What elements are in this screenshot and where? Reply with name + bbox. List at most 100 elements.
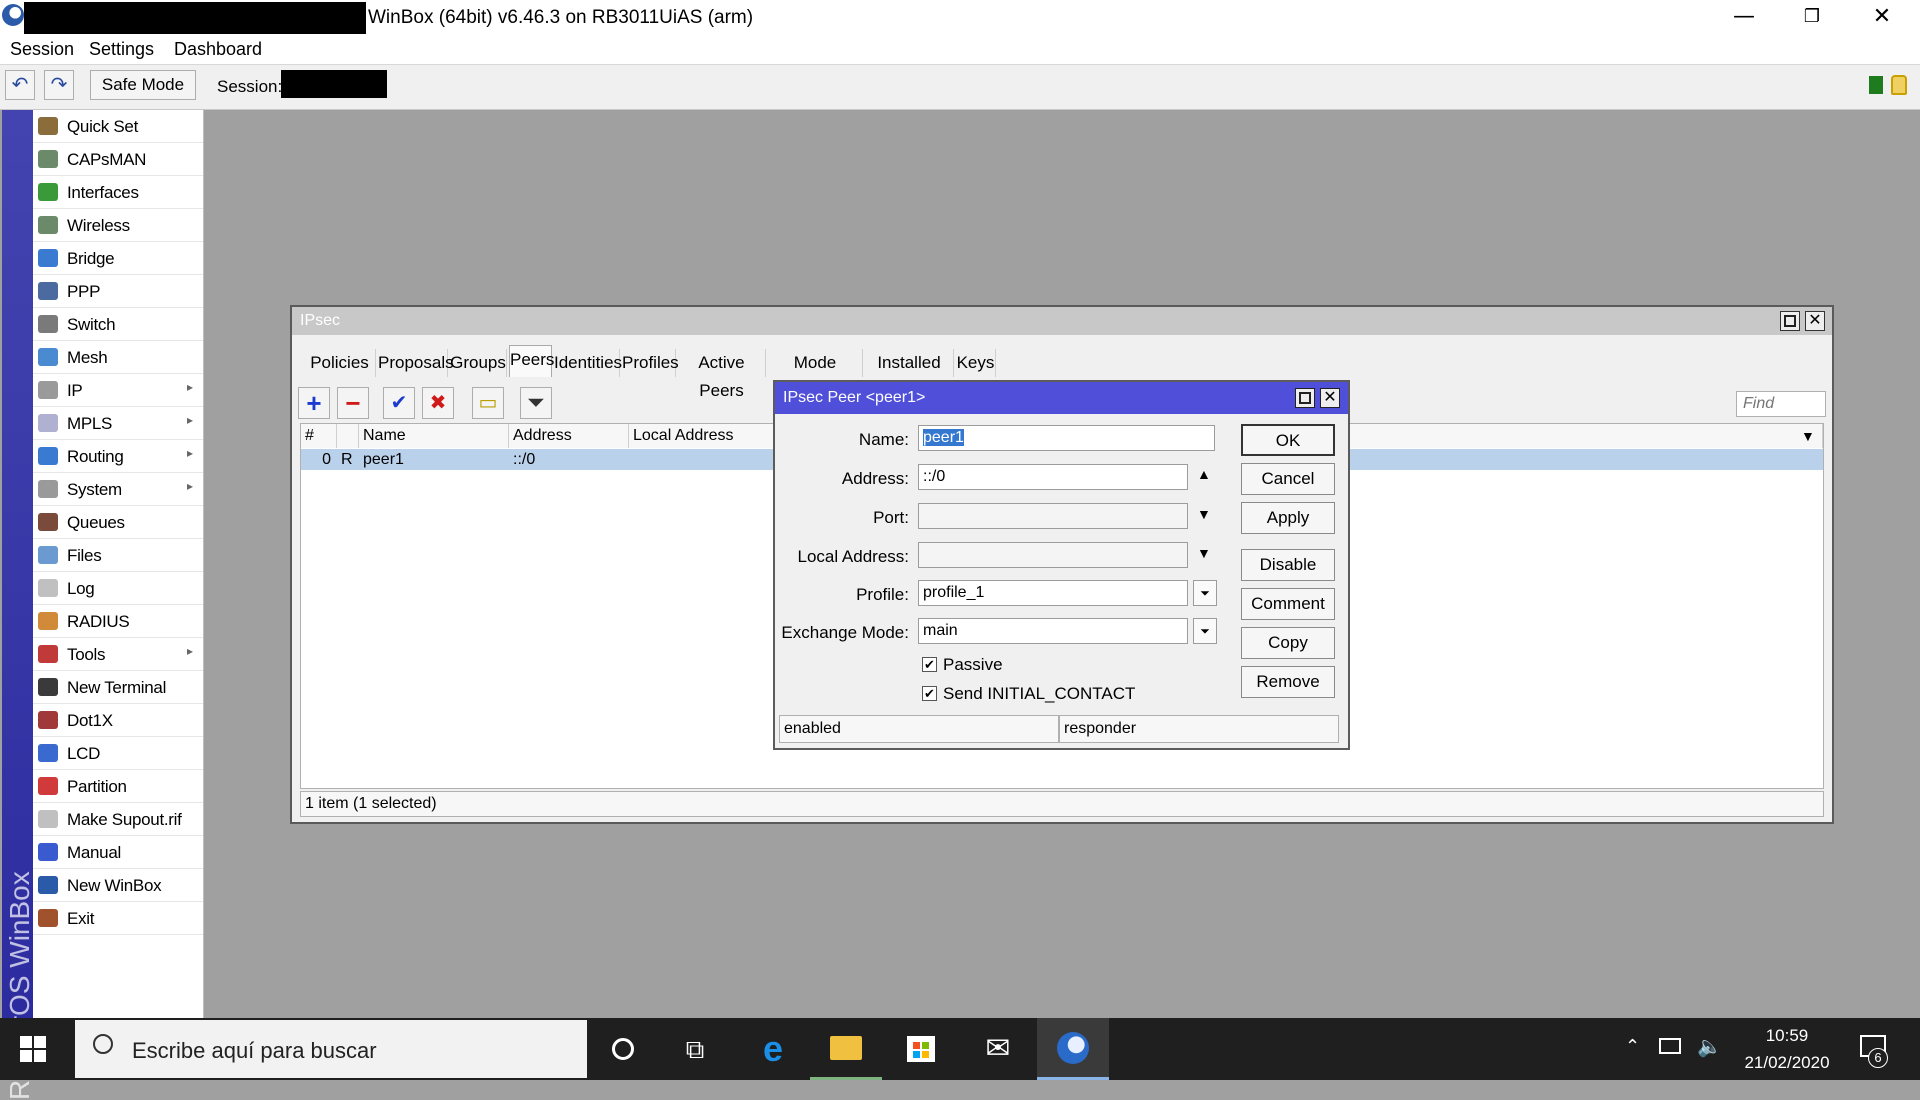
show-hidden-icons-chevron-up-icon[interactable]: ⌃ [1625,1036,1640,1057]
sidebar-item-capsman[interactable]: CAPsMAN [33,143,203,176]
address-collapse-up-icon[interactable]: ▲ [1197,466,1211,482]
ip-icon [38,381,58,399]
local-address-expand-down-icon[interactable]: ▼ [1197,545,1211,561]
sidebar-item-switch[interactable]: Switch [33,308,203,341]
exchange-mode-select[interactable]: main [918,618,1188,644]
sidebar-item-lcd[interactable]: LCD [33,737,203,770]
sidebar-item-partition[interactable]: Partition [33,770,203,803]
sidebar-item-bridge[interactable]: Bridge [33,242,203,275]
copy-button[interactable]: Copy [1241,627,1335,659]
tab-proposals[interactable]: Proposals [378,349,454,377]
sidebar-item-files[interactable]: Files [33,539,203,572]
enable-icon[interactable]: ✔ [383,387,415,419]
disable-button[interactable]: Disable [1241,549,1335,581]
sidebar-item-interfaces[interactable]: Interfaces [33,176,203,209]
apply-button[interactable]: Apply [1241,502,1335,534]
close-button[interactable]: ✕ [1848,0,1916,36]
tab-identities[interactable]: Identities [554,349,622,377]
menu-dashboard[interactable]: Dashboard [174,39,262,60]
sidebar-item-new-winbox[interactable]: New WinBox [33,869,203,902]
winbox-taskbar-icon[interactable] [1037,1018,1109,1080]
column-header-number[interactable]: # [301,424,337,448]
tab-mode-configs[interactable]: Mode Configs [768,349,863,400]
sidebar-item-dot1x[interactable]: Dot1X [33,704,203,737]
local-address-field[interactable] [918,542,1188,568]
sidebar-item-exit[interactable]: Exit [33,902,203,935]
cancel-button[interactable]: Cancel [1241,463,1335,495]
dialog-maximize-icon[interactable] [1295,388,1315,408]
sidebar-item-label: Bridge [67,249,115,268]
profile-dropdown-icon[interactable]: ⏷ [1193,580,1217,606]
tab-installed-sas[interactable]: Installed SAs [865,349,954,400]
file-explorer-icon[interactable] [810,1018,882,1080]
send-initial-contact-checkbox[interactable]: ✔ [922,686,937,701]
send-initial-contact-label: Send INITIAL_CONTACT [943,684,1136,703]
sidebar-item-mesh[interactable]: Mesh [33,341,203,374]
sidebar-item-make-supout-rif[interactable]: Make Supout.rif [33,803,203,836]
add-icon[interactable]: + [298,387,330,419]
ok-button[interactable]: OK [1241,424,1335,456]
mail-icon[interactable]: ✉ [962,1018,1034,1080]
ipsec-maximize-icon[interactable] [1780,311,1800,331]
name-field[interactable]: peer1 [918,425,1215,451]
dialog-close-icon[interactable]: ✕ [1320,388,1340,408]
disable-icon[interactable]: ✖ [422,387,454,419]
column-header-flag[interactable] [337,424,359,448]
profile-select[interactable]: profile_1 [918,580,1188,606]
sidebar-item-mpls[interactable]: MPLS ▸ [33,407,203,440]
address-field[interactable]: ::/0 [918,464,1188,490]
comment-button[interactable]: Comment [1241,588,1335,620]
windows-start-icon[interactable] [20,1036,46,1062]
safe-mode-button[interactable]: Safe Mode [90,70,196,100]
undo-icon[interactable]: ↶ [5,70,35,100]
port-field[interactable] [918,503,1188,529]
minimize-button[interactable]: — [1710,0,1778,36]
column-header-name[interactable]: Name [359,424,509,448]
volume-icon[interactable]: 🔈 [1697,1034,1722,1059]
sidebar-item-ip[interactable]: IP ▸ [33,374,203,407]
restore-button[interactable]: ❐ [1778,0,1846,36]
clock-date[interactable]: 21/02/2020 [1734,1053,1840,1073]
column-header-address[interactable]: Address [509,424,629,448]
port-expand-down-icon[interactable]: ▼ [1197,506,1211,522]
switch-icon [38,315,58,333]
passive-checkbox[interactable]: ✔ [922,657,937,672]
edge-browser-icon[interactable]: e [737,1018,809,1080]
ipsec-close-icon[interactable]: ✕ [1805,311,1825,331]
sidebar-item-new-terminal[interactable]: New Terminal [33,671,203,704]
tab-active-peers[interactable]: Active Peers [678,349,766,400]
sidebar-item-quick-set[interactable]: Quick Set [33,110,203,143]
sidebar-item-log[interactable]: Log [33,572,203,605]
exchange-mode-dropdown-icon[interactable]: ⏷ [1193,618,1217,644]
sidebar-item-tools[interactable]: Tools ▸ [33,638,203,671]
comment-icon[interactable]: ▭ [472,387,504,419]
column-chooser-chevron-down-icon[interactable]: ▼ [1801,428,1815,444]
cortana-icon[interactable] [587,1018,659,1080]
sidebar-item-radius[interactable]: RADIUS [33,605,203,638]
clock-time[interactable]: 10:59 [1740,1026,1834,1046]
filter-icon[interactable]: ⏷ [520,387,552,419]
sidebar-item-queues[interactable]: Queues [33,506,203,539]
microsoft-store-icon[interactable] [885,1018,957,1080]
menu-settings[interactable]: Settings [89,39,154,60]
network-icon[interactable] [1659,1038,1681,1054]
remove-icon[interactable]: − [337,387,369,419]
find-input[interactable] [1736,391,1826,417]
column-header-local-address[interactable]: Local Address [629,424,789,448]
tab-profiles[interactable]: Profiles [622,349,679,377]
task-view-icon[interactable]: ⧉ [659,1018,731,1080]
tab-keys[interactable]: Keys [956,349,996,377]
sidebar-item-manual[interactable]: Manual [33,836,203,869]
sidebar-item-routing[interactable]: Routing ▸ [33,440,203,473]
menu-session[interactable]: Session [10,39,74,60]
tab-policies[interactable]: Policies [304,349,376,377]
redo-icon[interactable]: ↷ [44,70,74,100]
tab-groups[interactable]: Groups [450,349,507,377]
sidebar-item-wireless[interactable]: Wireless [33,209,203,242]
tab-peers[interactable]: Peers [509,345,554,377]
sidebar-item-label: Wireless [67,216,130,235]
sidebar-item-system[interactable]: System ▸ [33,473,203,506]
taskbar-search-box[interactable]: Escribe aquí para buscar [75,1020,587,1078]
sidebar-item-ppp[interactable]: PPP [33,275,203,308]
remove-button[interactable]: Remove [1241,666,1335,698]
